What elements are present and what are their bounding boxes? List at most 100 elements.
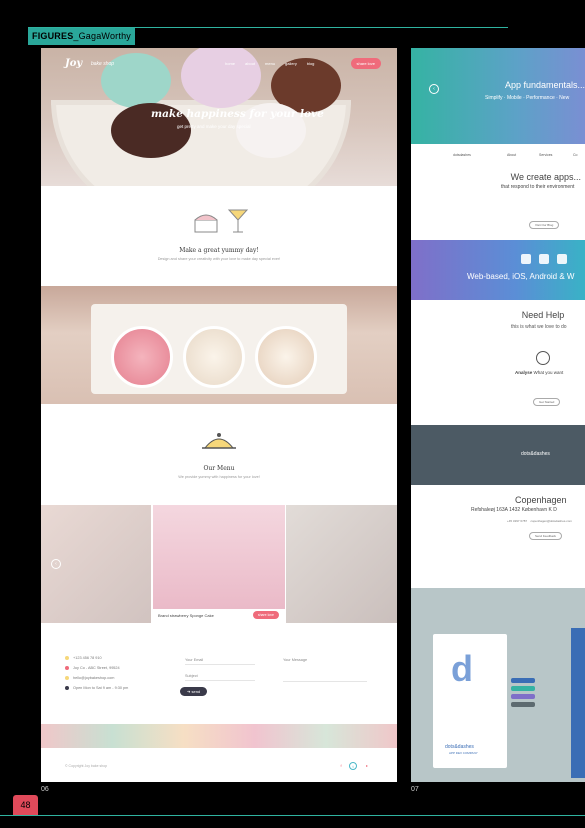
- contact-text: Joy Co - ABC Street, 99524: [73, 666, 120, 670]
- phone: +45 3297 6787: [507, 519, 528, 523]
- message-field[interactable]: Your Message: [283, 658, 367, 682]
- ui-bar: [511, 686, 535, 691]
- gallery-caption-text: Brand strawberry Sponge Cake: [158, 613, 214, 618]
- android-icon: [539, 254, 549, 264]
- nav-links: home about menu gallery blog: [225, 61, 314, 66]
- email-field[interactable]: Your Email: [185, 658, 255, 665]
- site-logo[interactable]: Joy: [65, 58, 82, 69]
- menu-subtitle: We provide yummy with happiness for your…: [178, 475, 260, 479]
- ui-bar: [511, 694, 535, 699]
- youtube-icon[interactable]: ▸: [363, 762, 371, 770]
- card-logo: dots&dashes: [445, 744, 474, 750]
- send-label: send: [191, 689, 201, 694]
- cloche-icon: [202, 433, 236, 449]
- home-icon: [65, 666, 69, 670]
- analyse-bold: Analyse: [515, 370, 533, 375]
- contact-text: hello@joybakeshop.com: [73, 676, 115, 680]
- contact-email: hello@joybakeshop.com: [65, 676, 114, 680]
- section-tag-suffix: _GagaWorthy: [73, 31, 131, 41]
- brand-card-area: d dots&dashes APP DEV COMPANY: [411, 588, 585, 782]
- address: Refshaleøj 163A 1432 København K D: [471, 507, 557, 513]
- cookies-photo: [41, 286, 397, 404]
- contact-hours: Open Mon to Sat 9 am - 9:30 pm: [65, 686, 128, 690]
- ui-bar: [511, 678, 535, 683]
- figure-number-left: 06: [41, 786, 49, 793]
- ui-bar: [511, 702, 535, 707]
- send-button[interactable]: ➔ send: [180, 687, 208, 696]
- app-hero: ‹ App fundamentals... Simplify · Mobile …: [411, 48, 585, 144]
- create-subtitle: that respond to their environment: [501, 184, 575, 190]
- twitter-icon[interactable]: t: [349, 762, 357, 770]
- feedback-button[interactable]: Send Feedback: [529, 532, 563, 540]
- nav-item[interactable]: menu: [265, 61, 275, 66]
- gallery-image[interactable]: [286, 505, 397, 623]
- gallery-image[interactable]: [153, 505, 285, 623]
- create-title: We create apps...: [510, 172, 581, 182]
- phone-icon: [65, 656, 69, 660]
- hero-banner: Joy bake shop home about menu gallery bl…: [41, 48, 397, 186]
- get-started-button[interactable]: Get Started: [533, 398, 561, 406]
- nav-item[interactable]: about: [245, 61, 255, 66]
- gallery-caption: Brand strawberry Sponge Cake share love: [153, 609, 285, 623]
- gallery-share-button[interactable]: share love: [252, 611, 279, 619]
- help-title: Need Help: [521, 310, 565, 320]
- nav-item[interactable]: home: [225, 61, 235, 66]
- hero-subtitle: Simplify · Mobile · Performance · New: [485, 95, 570, 101]
- nav-item[interactable]: gallery: [285, 61, 297, 66]
- search-icon: [536, 351, 550, 365]
- nav-item[interactable]: About: [507, 153, 516, 157]
- nav-logo[interactable]: dotsdashes: [453, 153, 471, 157]
- analyse-label: Analyse What you want: [515, 370, 563, 375]
- section-subtitle: Design and share your creativity with yo…: [157, 257, 281, 261]
- copyright: © Copyright Joy bake shop: [65, 764, 108, 768]
- section-title: Make a great yummy day!: [179, 247, 259, 254]
- cake-cocktail-icon: [194, 209, 249, 233]
- clock-icon: [65, 686, 69, 690]
- contact-phone: +123 456 78 910: [65, 656, 102, 660]
- dotsdashes-mockup: ‹ App fundamentals... Simplify · Mobile …: [411, 48, 585, 782]
- ui-panel: [571, 628, 585, 778]
- facebook-icon[interactable]: f: [337, 762, 345, 770]
- brand-card: d dots&dashes APP DEV COMPANY: [433, 634, 507, 768]
- contact-text: +123 456 78 910: [73, 656, 102, 660]
- city-title: Copenhagen: [515, 495, 567, 505]
- section-tag-prefix: FIGURES: [32, 31, 74, 41]
- card-subtitle: APP DEV COMPANY: [449, 751, 478, 755]
- phone-email-line: +45 3297 6787 copenhagen@dotsdashes.com: [507, 519, 572, 523]
- mail-icon: [65, 676, 69, 680]
- arrow-left-icon[interactable]: ‹: [51, 559, 61, 569]
- cookie-image: [183, 326, 245, 388]
- contact-address: Joy Co - ABC Street, 99524: [65, 666, 120, 670]
- figure-number-right: 07: [411, 786, 419, 793]
- site-logo-sub: bake shop: [91, 61, 115, 67]
- email: copenhagen@dotsdashes.com: [530, 519, 572, 523]
- hero-nav: Joy bake shop home about menu gallery bl…: [65, 58, 381, 72]
- help-subtitle: this is what we love to do: [511, 324, 567, 330]
- nav-item[interactable]: blog: [307, 61, 315, 66]
- hero-subtitle[interactable]: get pretty and make your day special: [177, 124, 251, 129]
- platform-band: Web-based, iOS, Android & W: [411, 240, 585, 300]
- platform-title: Web-based, iOS, Android & W: [467, 272, 575, 281]
- share-love-button[interactable]: share love: [350, 58, 381, 69]
- magazine-page: FIGURES_GagaWorthy Joy bake shop home ab…: [0, 0, 585, 828]
- nav-item[interactable]: Services: [539, 153, 552, 157]
- apple-icon: [521, 254, 531, 264]
- subject-field[interactable]: Subject: [185, 674, 255, 681]
- map-logo: dots&dashes: [521, 451, 550, 457]
- macarons-photo: [41, 724, 397, 748]
- app-nav: dotsdashes About Services Co: [411, 146, 585, 164]
- hero-title: App fundamentals...: [505, 80, 585, 90]
- cookie-image: [111, 326, 173, 388]
- visit-blog-button[interactable]: Visit Our Blog: [529, 221, 560, 229]
- section-tag: FIGURES_GagaWorthy: [28, 28, 135, 45]
- hero-title: make happiness for your love: [151, 108, 324, 120]
- menu-gallery: ‹ Brand strawberry Sponge Cake share lov…: [41, 505, 397, 623]
- map-band: dots&dashes: [411, 425, 585, 485]
- analyse-rest: What you want: [533, 370, 564, 375]
- nav-item[interactable]: Co: [573, 153, 577, 157]
- letter-d-mark: d: [451, 648, 473, 689]
- windows-icon: [557, 254, 567, 264]
- page-number: 48: [13, 795, 38, 815]
- cupcake-image: [181, 48, 261, 108]
- menu-circle-icon[interactable]: ‹: [429, 84, 439, 94]
